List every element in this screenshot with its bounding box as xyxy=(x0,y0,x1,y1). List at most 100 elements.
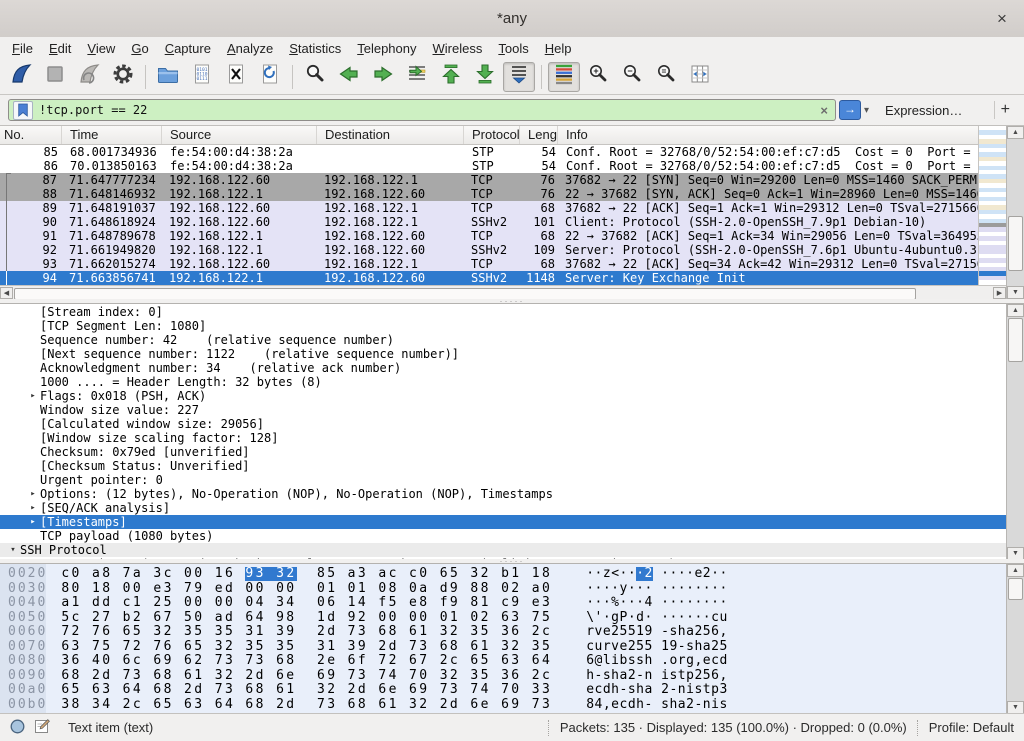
detail-line[interactable]: ▸[SEQ/ACK analysis] xyxy=(0,501,1007,515)
zoom-100-button[interactable]: = xyxy=(650,62,682,92)
go-to-bottom-button[interactable] xyxy=(469,62,501,92)
detail-line[interactable]: Urgent pointer: 0 xyxy=(0,473,1007,487)
menu-wireless[interactable]: Wireless xyxy=(425,40,491,57)
detail-line[interactable]: Checksum: 0x79ed [unverified] xyxy=(0,445,1007,459)
column-header-length[interactable]: Length xyxy=(520,126,558,144)
packet-list-hscrollbar[interactable]: ◀ ▶ xyxy=(0,285,1006,299)
intelligent-scrollbar-minimap[interactable] xyxy=(978,126,1006,285)
colorize-button[interactable] xyxy=(548,62,580,92)
display-filter-input[interactable]: !tcp.port == 22 × xyxy=(8,99,836,121)
detail-line[interactable]: [Next sequence number: 1122 (relative se… xyxy=(0,347,1007,361)
go-to-top-button[interactable] xyxy=(435,62,467,92)
detail-line[interactable]: 1000 .... = Header Length: 32 bytes (8) xyxy=(0,375,1007,389)
close-window-button[interactable]: × xyxy=(990,7,1014,31)
packet-row[interactable]: 9071.648618924192.168.122.60192.168.122.… xyxy=(0,215,978,229)
packet-list-header[interactable]: No.TimeSourceDestinationProtocolLengthIn… xyxy=(0,126,978,145)
menu-edit[interactable]: Edit xyxy=(41,40,79,57)
expanded-triangle-icon[interactable]: ▾ xyxy=(6,543,20,557)
scroll-down-icon[interactable]: ▼ xyxy=(1007,286,1024,299)
packet-row[interactable]: 9371.662015274192.168.122.60192.168.122.… xyxy=(0,257,978,271)
scroll-right-icon[interactable]: ▶ xyxy=(993,287,1006,299)
auto-scroll-button[interactable] xyxy=(503,62,535,92)
collapsed-triangle-icon[interactable]: ▸ xyxy=(26,487,40,501)
packet-row[interactable]: 8568.001734936fe:54:00:d4:38:2aSTP54Conf… xyxy=(0,145,978,159)
column-header-protocol[interactable]: Protocol xyxy=(464,126,520,144)
scroll-up-icon[interactable]: ▲ xyxy=(1007,304,1024,317)
hex-row[interactable]: 008036 40 6c 69 62 73 73 68 2e 6f 72 67 … xyxy=(0,654,1007,669)
profile-status[interactable]: Profile: Default xyxy=(929,720,1014,735)
column-header-source[interactable]: Source xyxy=(162,126,317,144)
filter-dropdown-icon[interactable]: ▾ xyxy=(864,105,869,116)
detail-line[interactable]: ▸Options: (12 bytes), No-Operation (NOP)… xyxy=(0,487,1007,501)
menu-file[interactable]: File xyxy=(4,40,41,57)
scroll-thumb[interactable] xyxy=(1008,578,1023,600)
add-filter-button[interactable]: + xyxy=(994,101,1016,119)
scroll-up-icon[interactable]: ▲ xyxy=(1007,126,1024,139)
packet-row[interactable]: 8771.647777234192.168.122.60192.168.122.… xyxy=(0,173,978,187)
detail-line[interactable]: [TCP Segment Len: 1080] xyxy=(0,319,1007,333)
detail-line[interactable]: [Stream index: 0] xyxy=(0,305,1007,319)
zoom-out-button[interactable]: − xyxy=(616,62,648,92)
collapsed-triangle-icon[interactable]: ▸ xyxy=(26,389,40,403)
filter-bookmark-icon[interactable] xyxy=(13,101,33,120)
menu-analyze[interactable]: Analyze xyxy=(219,40,281,57)
menu-go[interactable]: Go xyxy=(123,40,156,57)
hex-row[interactable]: 007063 75 72 76 65 32 35 35 31 39 2d 73 … xyxy=(0,640,1007,655)
hex-row[interactable]: 0020c0 a8 7a 3c 00 16 93 32 85 a3 ac c0 … xyxy=(0,567,1007,582)
packet-row[interactable]: 8971.648191037192.168.122.60192.168.122.… xyxy=(0,201,978,215)
hex-row[interactable]: 009068 2d 73 68 61 32 2d 6e 69 73 74 70 … xyxy=(0,669,1007,684)
save-file-button[interactable]: 010101100111 xyxy=(186,62,218,92)
column-header-time[interactable]: Time xyxy=(62,126,162,144)
menu-help[interactable]: Help xyxy=(537,40,580,57)
packet-row[interactable]: 9271.661949820192.168.122.1192.168.122.6… xyxy=(0,243,978,257)
reload-file-button[interactable] xyxy=(254,62,286,92)
capture-comment-icon[interactable] xyxy=(34,718,50,737)
detail-line[interactable]: Window size value: 227 xyxy=(0,403,1007,417)
scroll-thumb[interactable] xyxy=(1008,216,1023,271)
close-file-button[interactable] xyxy=(220,62,252,92)
title-bar[interactable]: *any × xyxy=(0,0,1024,38)
go-back-button[interactable] xyxy=(333,62,365,92)
start-capture-button[interactable] xyxy=(5,62,37,92)
packet-row[interactable]: 8670.013850163fe:54:00:d4:38:2aSTP54Conf… xyxy=(0,159,978,173)
detail-line[interactable]: [Calculated window size: 29056] xyxy=(0,417,1007,431)
stop-capture-button[interactable] xyxy=(39,62,71,92)
detail-line[interactable]: [Checksum Status: Unverified] xyxy=(0,459,1007,473)
hex-row[interactable]: 0040a1 dd c1 25 00 00 04 34 06 14 f5 e8 … xyxy=(0,596,1007,611)
zoom-in-button[interactable]: + xyxy=(582,62,614,92)
menu-view[interactable]: View xyxy=(79,40,123,57)
collapsed-triangle-icon[interactable]: ▸ xyxy=(26,515,40,529)
details-vscrollbar[interactable]: ▲ ▼ xyxy=(1006,304,1024,559)
scroll-thumb[interactable] xyxy=(1008,318,1023,362)
column-header-destination[interactable]: Destination xyxy=(317,126,464,144)
hex-vscrollbar[interactable]: ▲ ▼ xyxy=(1006,564,1024,713)
detail-line[interactable]: [Window size scaling factor: 128] xyxy=(0,431,1007,445)
detail-line[interactable]: ▾SSH Protocol xyxy=(0,543,1007,557)
collapsed-triangle-icon[interactable]: ▸ xyxy=(26,501,40,515)
detail-line[interactable]: Sequence number: 42 (relative sequence n… xyxy=(0,333,1007,347)
capture-options-button[interactable] xyxy=(107,62,139,92)
menu-capture[interactable]: Capture xyxy=(157,40,219,57)
expression-button[interactable]: Expression… xyxy=(885,103,962,118)
filter-apply-button[interactable]: → xyxy=(839,100,861,120)
restart-capture-button[interactable] xyxy=(73,62,105,92)
hex-row[interactable]: 00b038 34 2c 65 63 64 68 2d 73 68 61 32 … xyxy=(0,698,1007,713)
scroll-left-icon[interactable]: ◀ xyxy=(0,287,13,299)
scroll-up-icon[interactable]: ▲ xyxy=(1007,564,1024,577)
go-to-packet-button[interactable] xyxy=(401,62,433,92)
hex-row[interactable]: 00505c 27 b2 67 50 ad 64 98 1d 92 00 00 … xyxy=(0,611,1007,626)
open-file-button[interactable] xyxy=(152,62,184,92)
detail-line[interactable]: Acknowledgment number: 34 (relative ack … xyxy=(0,361,1007,375)
column-header-info[interactable]: Info xyxy=(558,126,978,144)
hex-row[interactable]: 00a065 63 64 68 2d 73 68 61 32 2d 6e 69 … xyxy=(0,683,1007,698)
packet-row[interactable]: 8871.648146932192.168.122.1192.168.122.6… xyxy=(0,187,978,201)
detail-line[interactable]: ▸[Timestamps] xyxy=(0,515,1007,529)
menu-statistics[interactable]: Statistics xyxy=(281,40,349,57)
filter-clear-icon[interactable]: × xyxy=(817,103,831,118)
packet-list-vscrollbar[interactable]: ▲ ▼ xyxy=(1006,126,1024,299)
hex-row[interactable]: 006072 76 65 32 35 35 31 39 2d 73 68 61 … xyxy=(0,625,1007,640)
menu-tools[interactable]: Tools xyxy=(490,40,536,57)
scroll-down-icon[interactable]: ▼ xyxy=(1007,547,1024,559)
scroll-down-icon[interactable]: ▼ xyxy=(1007,701,1024,713)
detail-line[interactable]: TCP payload (1080 bytes) xyxy=(0,529,1007,543)
